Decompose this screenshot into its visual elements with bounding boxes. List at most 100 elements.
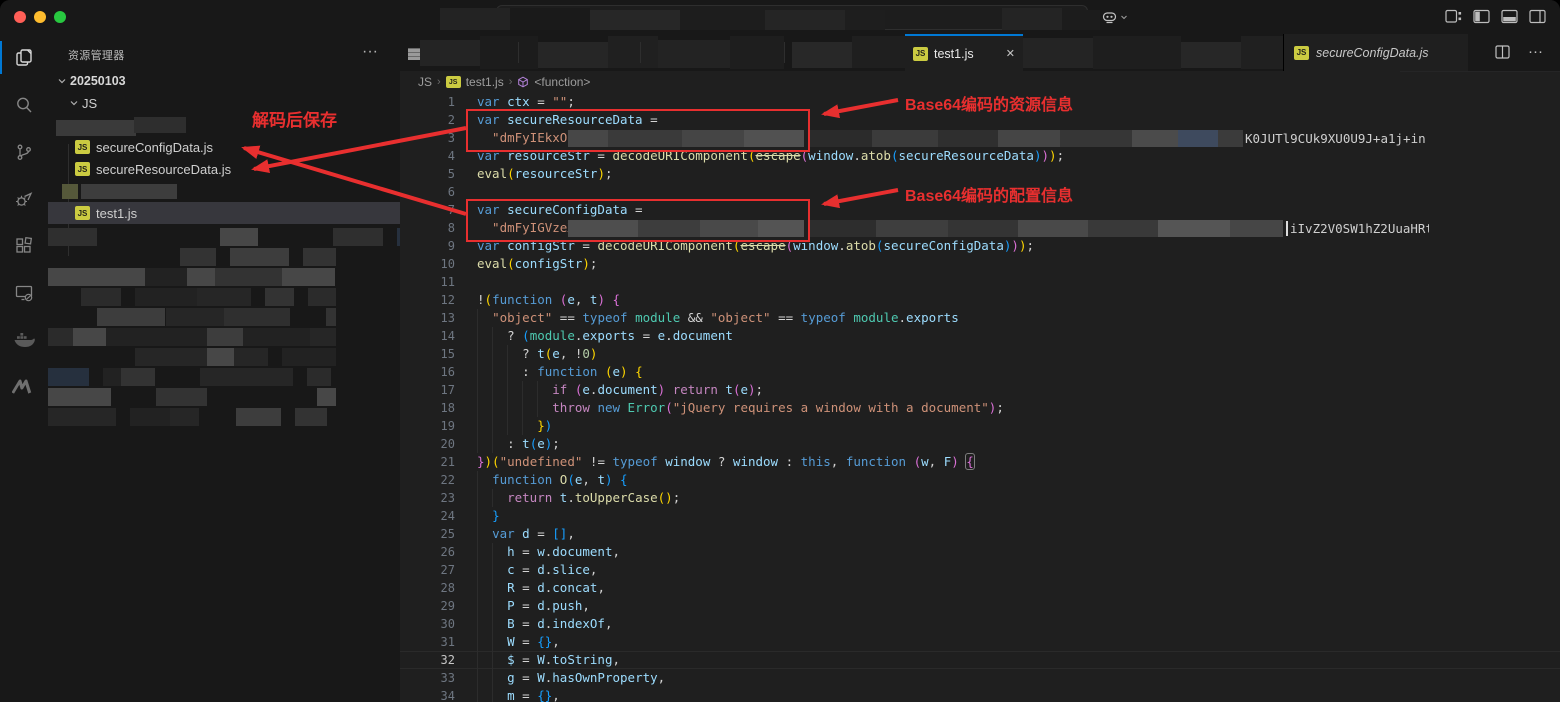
sidebar-item-search[interactable] [0, 81, 48, 128]
line-number: 1 [400, 93, 455, 111]
code-line[interactable]: 13 "object" == typeof module && "object"… [400, 309, 1560, 327]
line-number: 30 [400, 615, 455, 633]
annotation-config-note: Base64编码的配置信息 [905, 182, 1073, 206]
line-number: 16 [400, 363, 455, 381]
js-file-icon: JS [446, 76, 461, 88]
breadcrumb-item-symbol[interactable]: <function> [534, 75, 590, 89]
close-tab-icon[interactable]: ✕ [1006, 47, 1015, 60]
close-window-button[interactable] [14, 11, 26, 23]
line-number: 27 [400, 561, 455, 579]
split-editor-icon[interactable] [1495, 45, 1510, 59]
code-line[interactable]: 5eval(resourceStr); [400, 165, 1560, 183]
tab-secureconfigdata[interactable]: JS secureConfigData.js [1284, 34, 1468, 71]
code-line[interactable]: 33 g = W.hasOwnProperty, [400, 669, 1560, 687]
tab-list-icon[interactable]: ▬▬▬ [408, 46, 420, 58]
sidebar-item-docker[interactable] [0, 316, 48, 363]
run-debug-icon [13, 188, 35, 210]
title-bar [0, 0, 1560, 35]
code-line[interactable]: 26 h = w.document, [400, 543, 1560, 561]
code-line[interactable]: 23 return t.toUpperCase(); [400, 489, 1560, 507]
toggle-secondary-sidebar-icon[interactable] [1529, 9, 1546, 24]
code-line[interactable]: 32 $ = W.toString, [400, 651, 1560, 669]
code-line[interactable]: 18 throw new Error("jQuery requires a wi… [400, 399, 1560, 417]
line-number: 3 [400, 129, 455, 147]
code-line[interactable]: 29 P = d.push, [400, 597, 1560, 615]
line-number: 17 [400, 381, 455, 399]
sidebar-item-m-logo[interactable] [0, 363, 48, 410]
code-line[interactable]: 25 var d = [], [400, 525, 1560, 543]
js-file-icon: JS [913, 47, 928, 61]
line-number: 19 [400, 417, 455, 435]
breadcrumb-item-folder[interactable]: JS [418, 75, 432, 89]
line-number: 29 [400, 597, 455, 615]
text-cursor [1286, 221, 1288, 236]
code-line[interactable]: 28 R = d.concat, [400, 579, 1560, 597]
code-line[interactable]: 27 c = d.slice, [400, 561, 1560, 579]
customize-layout-icon[interactable] [1445, 9, 1462, 24]
code-line[interactable]: 34 m = {}, [400, 687, 1560, 702]
line-number: 15 [400, 345, 455, 363]
m-logo-icon [12, 377, 36, 397]
symbol-function-icon [517, 76, 529, 88]
line-number: 12 [400, 291, 455, 309]
code-line[interactable]: 14 ? (module.exports = e.document [400, 327, 1560, 345]
line-number: 23 [400, 489, 455, 507]
sidebar-item-remote-explorer[interactable] [0, 269, 48, 316]
code-line[interactable]: 19 }) [400, 417, 1560, 435]
tab-label: secureConfigData.js [1316, 46, 1429, 60]
sidebar-item-explorer[interactable] [0, 34, 48, 81]
line-number: 11 [400, 273, 455, 291]
breadcrumb-item-file[interactable]: test1.js [466, 75, 504, 89]
line-number: 31 [400, 633, 455, 651]
zoom-window-button[interactable] [54, 11, 66, 23]
js-file-icon: JS [1294, 46, 1309, 60]
line-number: 20 [400, 435, 455, 453]
vscode-window: 资源管理器 ··· 20250103 JS JS [0, 0, 1560, 702]
line-number: 28 [400, 579, 455, 597]
line-number: 22 [400, 471, 455, 489]
code-line[interactable]: 10eval(configStr); [400, 255, 1560, 273]
line-number: 21 [400, 453, 455, 471]
code-line[interactable]: 30 B = d.indexOf, [400, 615, 1560, 633]
docker-icon [12, 328, 36, 352]
toggle-panel-icon[interactable] [1501, 9, 1518, 24]
explorer-icon [13, 47, 35, 69]
code-line[interactable]: 11 [400, 273, 1560, 291]
code-line[interactable]: 31 W = {}, [400, 633, 1560, 651]
code-line[interactable]: 16 : function (e) { [400, 363, 1560, 381]
sidebar-item-source-control[interactable] [0, 128, 48, 175]
code-line[interactable]: 24 } [400, 507, 1560, 525]
line-number: 33 [400, 669, 455, 687]
code-line[interactable]: 17 if (e.document) return t(e); [400, 381, 1560, 399]
code-line[interactable]: 22 function O(e, t) { [400, 471, 1560, 489]
tab-test1[interactable]: JS test1.js ✕ [905, 34, 1023, 71]
chevron-right-icon: › [437, 76, 441, 88]
explorer-panel: 资源管理器 ··· 20250103 JS JS [48, 34, 400, 702]
toggle-primary-sidebar-icon[interactable] [1473, 9, 1490, 24]
code-line[interactable]: 12!(function (e, t) { [400, 291, 1560, 309]
code-line[interactable]: 15 ? t(e, !0) [400, 345, 1560, 363]
activity-bar [0, 34, 48, 702]
minimize-window-button[interactable] [34, 11, 46, 23]
base64-fragment-line3: K0JUTl9CUk9XU0U9J+a1j+in [1245, 130, 1429, 147]
line-number: 9 [400, 237, 455, 255]
annotation-box-resource [466, 109, 810, 152]
chevron-right-icon: › [509, 76, 513, 88]
code-line[interactable]: 20 : t(e); [400, 435, 1560, 453]
base64-fragment-line8: iIvZ2V0SW1hZ2UuaHRt [1290, 220, 1429, 237]
line-number: 25 [400, 525, 455, 543]
sidebar-item-run-debug[interactable] [0, 175, 48, 222]
editor-more-actions-button[interactable]: ··· [1528, 43, 1543, 60]
line-number: 13 [400, 309, 455, 327]
extensions-icon [13, 235, 35, 257]
line-number: 6 [400, 183, 455, 201]
line-number: 4 [400, 147, 455, 165]
code-line[interactable]: 21})("undefined" != typeof window ? wind… [400, 453, 1560, 471]
source-control-icon [13, 141, 35, 163]
sidebar-item-extensions[interactable] [0, 222, 48, 269]
annotation-box-config [466, 199, 810, 242]
line-number: 32 [400, 651, 455, 669]
line-number: 7 [400, 201, 455, 219]
line-number: 18 [400, 399, 455, 417]
copilot-menu[interactable] [1101, 8, 1131, 26]
